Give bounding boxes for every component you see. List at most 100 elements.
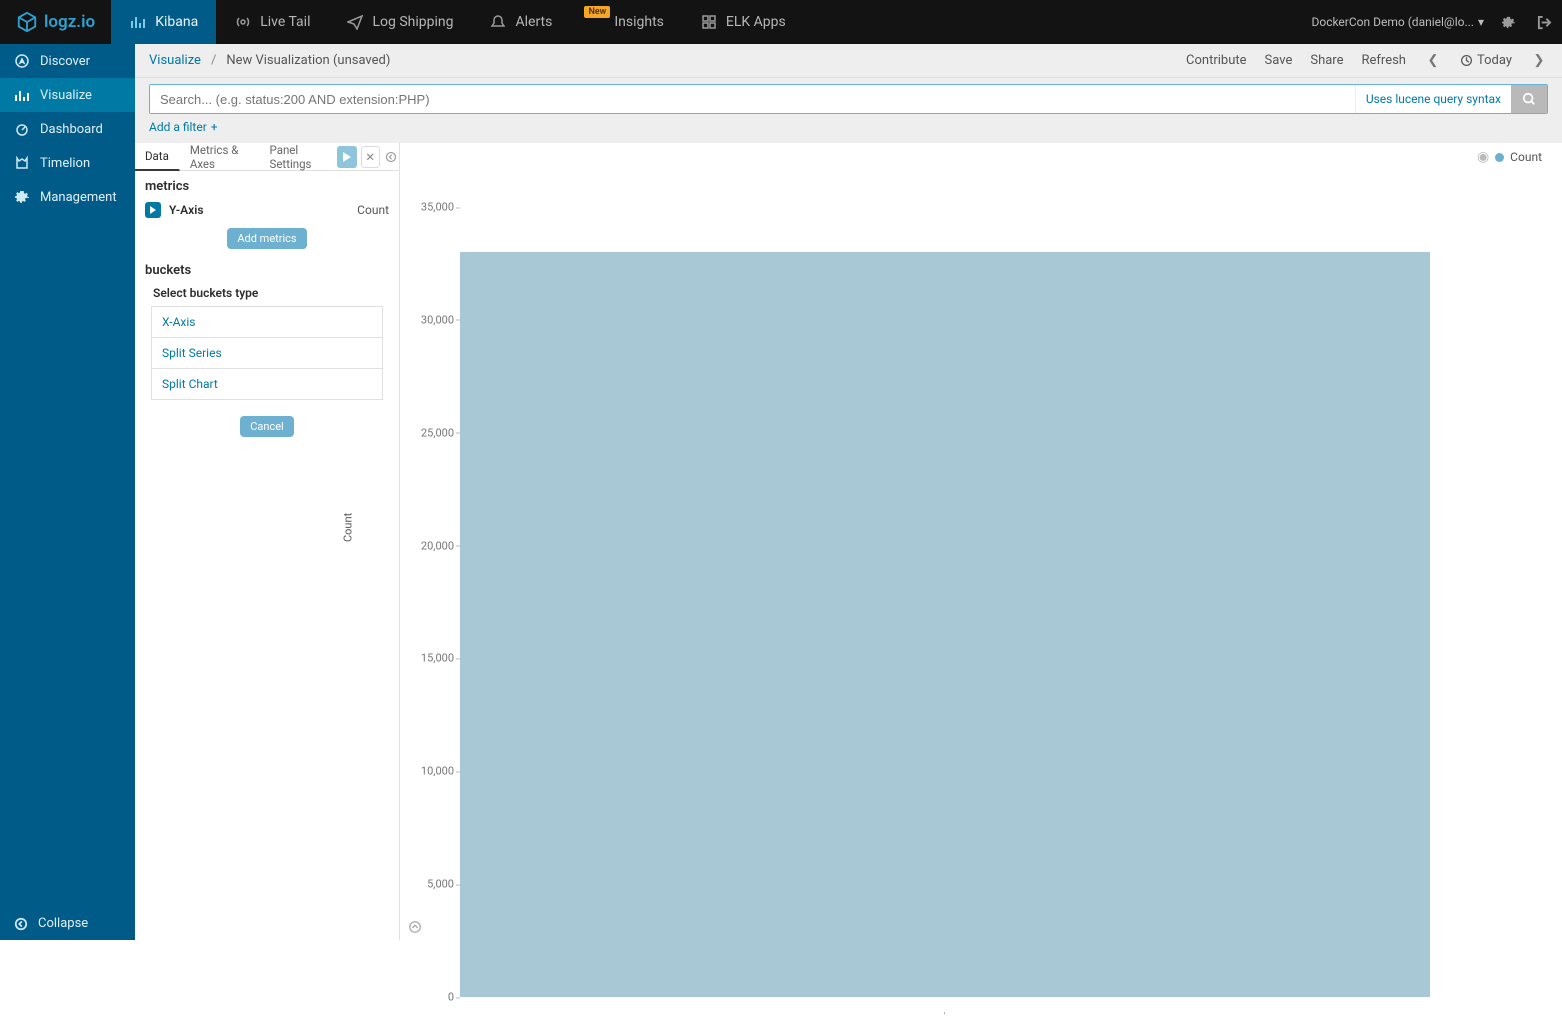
collapse-icon xyxy=(14,917,28,931)
chevron-left-icon xyxy=(385,151,397,163)
sidebar-label: Timelion xyxy=(40,156,90,171)
bucket-xaxis[interactable]: X-Axis xyxy=(151,306,383,338)
metric-axis-label: Y-Axis xyxy=(169,203,204,217)
expand-chart[interactable] xyxy=(408,920,422,938)
new-badge: New xyxy=(584,6,610,18)
timelion-icon xyxy=(14,155,30,171)
nav-tab-alerts[interactable]: Alerts xyxy=(471,0,570,44)
nav-tab-logshipping[interactable]: Log Shipping xyxy=(328,0,471,44)
cube-icon xyxy=(16,11,38,33)
sidebar-item-discover[interactable]: Discover xyxy=(0,44,135,78)
chart-plot: 05,00010,00015,00020,00025,00030,00035,0… xyxy=(460,207,1430,997)
action-save[interactable]: Save xyxy=(1265,53,1293,68)
nav-label: Insights xyxy=(614,14,664,30)
time-picker[interactable]: Today xyxy=(1460,53,1512,68)
tab-metrics-axes[interactable]: Metrics & Axes xyxy=(180,143,260,171)
caret-down-icon: ▾ xyxy=(1478,15,1484,29)
visualize-icon xyxy=(14,87,30,103)
add-metrics-button[interactable]: Add metrics xyxy=(227,228,306,249)
nav-label: Kibana xyxy=(155,14,198,30)
metrics-heading: metrics xyxy=(135,171,399,198)
search-icon xyxy=(1522,92,1536,106)
search-wrap: Uses lucene query syntax xyxy=(149,84,1548,114)
caret-right-icon xyxy=(149,206,157,214)
sidebar-item-timelion[interactable]: Timelion xyxy=(0,146,135,180)
x-tick: - xyxy=(939,1010,950,1016)
time-label: Today xyxy=(1477,53,1512,68)
nav-tab-insights[interactable]: New Insights xyxy=(570,0,682,44)
breadcrumb-current: New Visualization (unsaved) xyxy=(226,53,390,68)
buckets-instruction: Select buckets type xyxy=(135,282,399,306)
sidebar-label: Discover xyxy=(40,54,90,69)
expand-toggle[interactable] xyxy=(145,202,161,218)
action-share[interactable]: Share xyxy=(1310,53,1343,68)
sidebar-collapse[interactable]: Collapse xyxy=(0,907,135,940)
y-tick: 10,000 xyxy=(410,765,454,778)
nav-label: ELK Apps xyxy=(726,14,786,30)
metric-row-yaxis[interactable]: Y-Axis Count xyxy=(135,198,399,222)
sidebar-label: Visualize xyxy=(40,88,92,103)
time-next[interactable]: ❯ xyxy=(1530,53,1548,68)
insights-icon: New xyxy=(588,13,606,31)
legend-color-swatch xyxy=(1495,153,1504,162)
user-menu[interactable]: DockerCon Demo (daniel@lo... ▾ xyxy=(1305,15,1490,29)
clock-icon xyxy=(1460,54,1473,67)
kibana-sidebar: Discover Visualize Dashboard Timelion Ma… xyxy=(0,44,135,940)
breadcrumb-root[interactable]: Visualize xyxy=(149,53,201,68)
search-input[interactable] xyxy=(150,85,1355,113)
nav-tab-livetail[interactable]: Live Tail xyxy=(216,0,328,44)
action-contribute[interactable]: Contribute xyxy=(1186,53,1247,68)
search-button[interactable] xyxy=(1511,85,1547,113)
nav-label: Live Tail xyxy=(260,14,310,30)
add-filter-label: Add a filter xyxy=(149,120,207,134)
chart-bar[interactable] xyxy=(460,252,1430,997)
filter-row: Add a filter + xyxy=(135,114,1562,143)
discard-changes-button[interactable]: ✕ xyxy=(361,146,380,168)
brand-logo[interactable]: logz.io xyxy=(0,11,111,33)
bar-chart-icon xyxy=(129,13,147,31)
legend-toggle-icon[interactable]: ◉ xyxy=(1477,149,1489,165)
search-row: Uses lucene query syntax xyxy=(135,78,1562,114)
bell-icon xyxy=(489,13,507,31)
main-area: Visualize / New Visualization (unsaved) … xyxy=(135,44,1562,940)
lucene-hint[interactable]: Uses lucene query syntax xyxy=(1355,85,1511,113)
user-label: DockerCon Demo (daniel@lo... xyxy=(1311,15,1474,29)
y-tick: 20,000 xyxy=(410,539,454,552)
sidebar-item-dashboard[interactable]: Dashboard xyxy=(0,112,135,146)
chevron-up-circle-icon xyxy=(408,920,422,934)
breadcrumb-bar: Visualize / New Visualization (unsaved) … xyxy=(135,44,1562,78)
bucket-split-chart[interactable]: Split Chart xyxy=(151,369,383,400)
sidebar-item-visualize[interactable]: Visualize xyxy=(0,78,135,112)
settings-button[interactable] xyxy=(1490,0,1526,44)
collapse-panel-button[interactable] xyxy=(384,151,399,163)
tab-data[interactable]: Data xyxy=(135,143,180,171)
editor-tabs: Data Metrics & Axes Panel Settings ✕ xyxy=(135,143,399,171)
y-tick: 30,000 xyxy=(410,313,454,326)
gear-icon xyxy=(14,189,30,205)
paper-plane-icon xyxy=(346,13,364,31)
sidebar-item-management[interactable]: Management xyxy=(0,180,135,214)
y-tick: 0 xyxy=(410,991,454,1004)
legend-label: Count xyxy=(1510,150,1542,164)
nav-tab-elkapps[interactable]: ELK Apps xyxy=(682,0,804,44)
cancel-button[interactable]: Cancel xyxy=(240,416,293,437)
logout-icon xyxy=(1537,15,1552,30)
tab-panel-settings[interactable]: Panel Settings xyxy=(260,143,337,171)
y-tick: 25,000 xyxy=(410,426,454,439)
brand-text: logz.io xyxy=(44,12,95,32)
action-refresh[interactable]: Refresh xyxy=(1362,53,1406,68)
dashboard-icon xyxy=(14,121,30,137)
bucket-split-series[interactable]: Split Series xyxy=(151,338,383,369)
chart-legend[interactable]: ◉ Count xyxy=(1477,149,1542,165)
apply-changes-button[interactable] xyxy=(337,146,357,168)
nav-tab-kibana[interactable]: Kibana xyxy=(111,0,216,44)
logout-button[interactable] xyxy=(1526,0,1562,44)
time-prev[interactable]: ❮ xyxy=(1424,53,1442,68)
broadcast-icon xyxy=(234,13,252,31)
gear-icon xyxy=(1501,15,1516,30)
add-filter[interactable]: Add a filter + xyxy=(149,120,218,134)
y-tick: 35,000 xyxy=(410,201,454,214)
nav-label: Log Shipping xyxy=(372,14,453,30)
compass-icon xyxy=(14,53,30,69)
sidebar-label: Management xyxy=(40,190,117,205)
